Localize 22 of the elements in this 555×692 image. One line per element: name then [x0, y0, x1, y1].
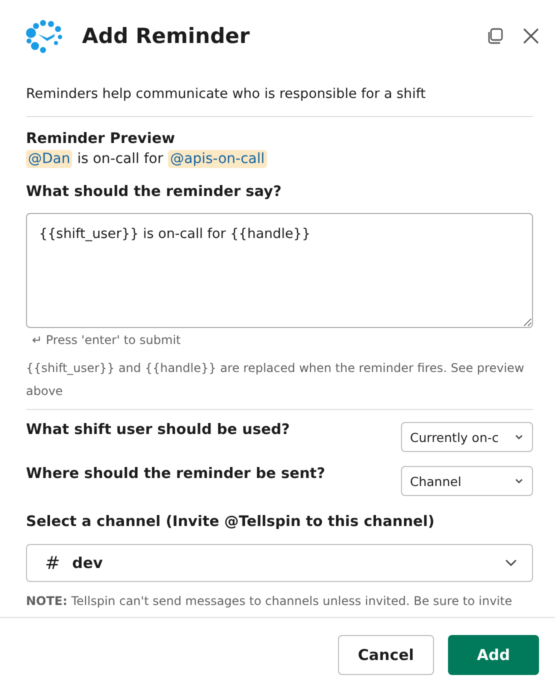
- preview-label: Reminder Preview: [26, 131, 176, 147]
- preview-text: is on-call for: [77, 151, 164, 167]
- field-label: What should the reminder say?: [26, 184, 282, 200]
- intro-text: Reminders help communicate who is responsible for a shift: [26, 86, 533, 117]
- close-icon[interactable]: [521, 26, 541, 46]
- help-text: {{shift_user}} and {{handle}} are replaced when the reminder fires. See preview above: [26, 357, 533, 410]
- mention-tag[interactable]: @apis-on-call: [168, 150, 267, 168]
- chevron-down-icon: [514, 476, 524, 486]
- note-text: NOTE: Tellspin can't send messages to channels unless invited. Be sure to invite: [26, 594, 514, 608]
- select-dropdown[interactable]: Channel: [401, 466, 533, 496]
- field-label: What shift user should be used?: [26, 422, 290, 438]
- cancel-button[interactable]: Cancel: [338, 635, 434, 675]
- channel-select[interactable]: # dev: [26, 544, 533, 582]
- chevron-down-icon: [514, 432, 524, 442]
- select-dropdown[interactable]: Currently on-c: [401, 422, 533, 452]
- add-button[interactable]: Add: [448, 635, 539, 675]
- field-label: Select a channel (Invite @Tellspin to this channel): [26, 514, 436, 530]
- field-label: Where should the reminder be sent?: [26, 466, 326, 482]
- dialog-title: Add Reminder: [82, 24, 251, 48]
- mention-tag[interactable]: @Dan: [26, 150, 72, 168]
- hint-text: ↵ Press 'enter' to submit: [32, 333, 182, 347]
- message-field[interactable]: {{shift_user}} is on-call for {{handle}}: [26, 213, 533, 328]
